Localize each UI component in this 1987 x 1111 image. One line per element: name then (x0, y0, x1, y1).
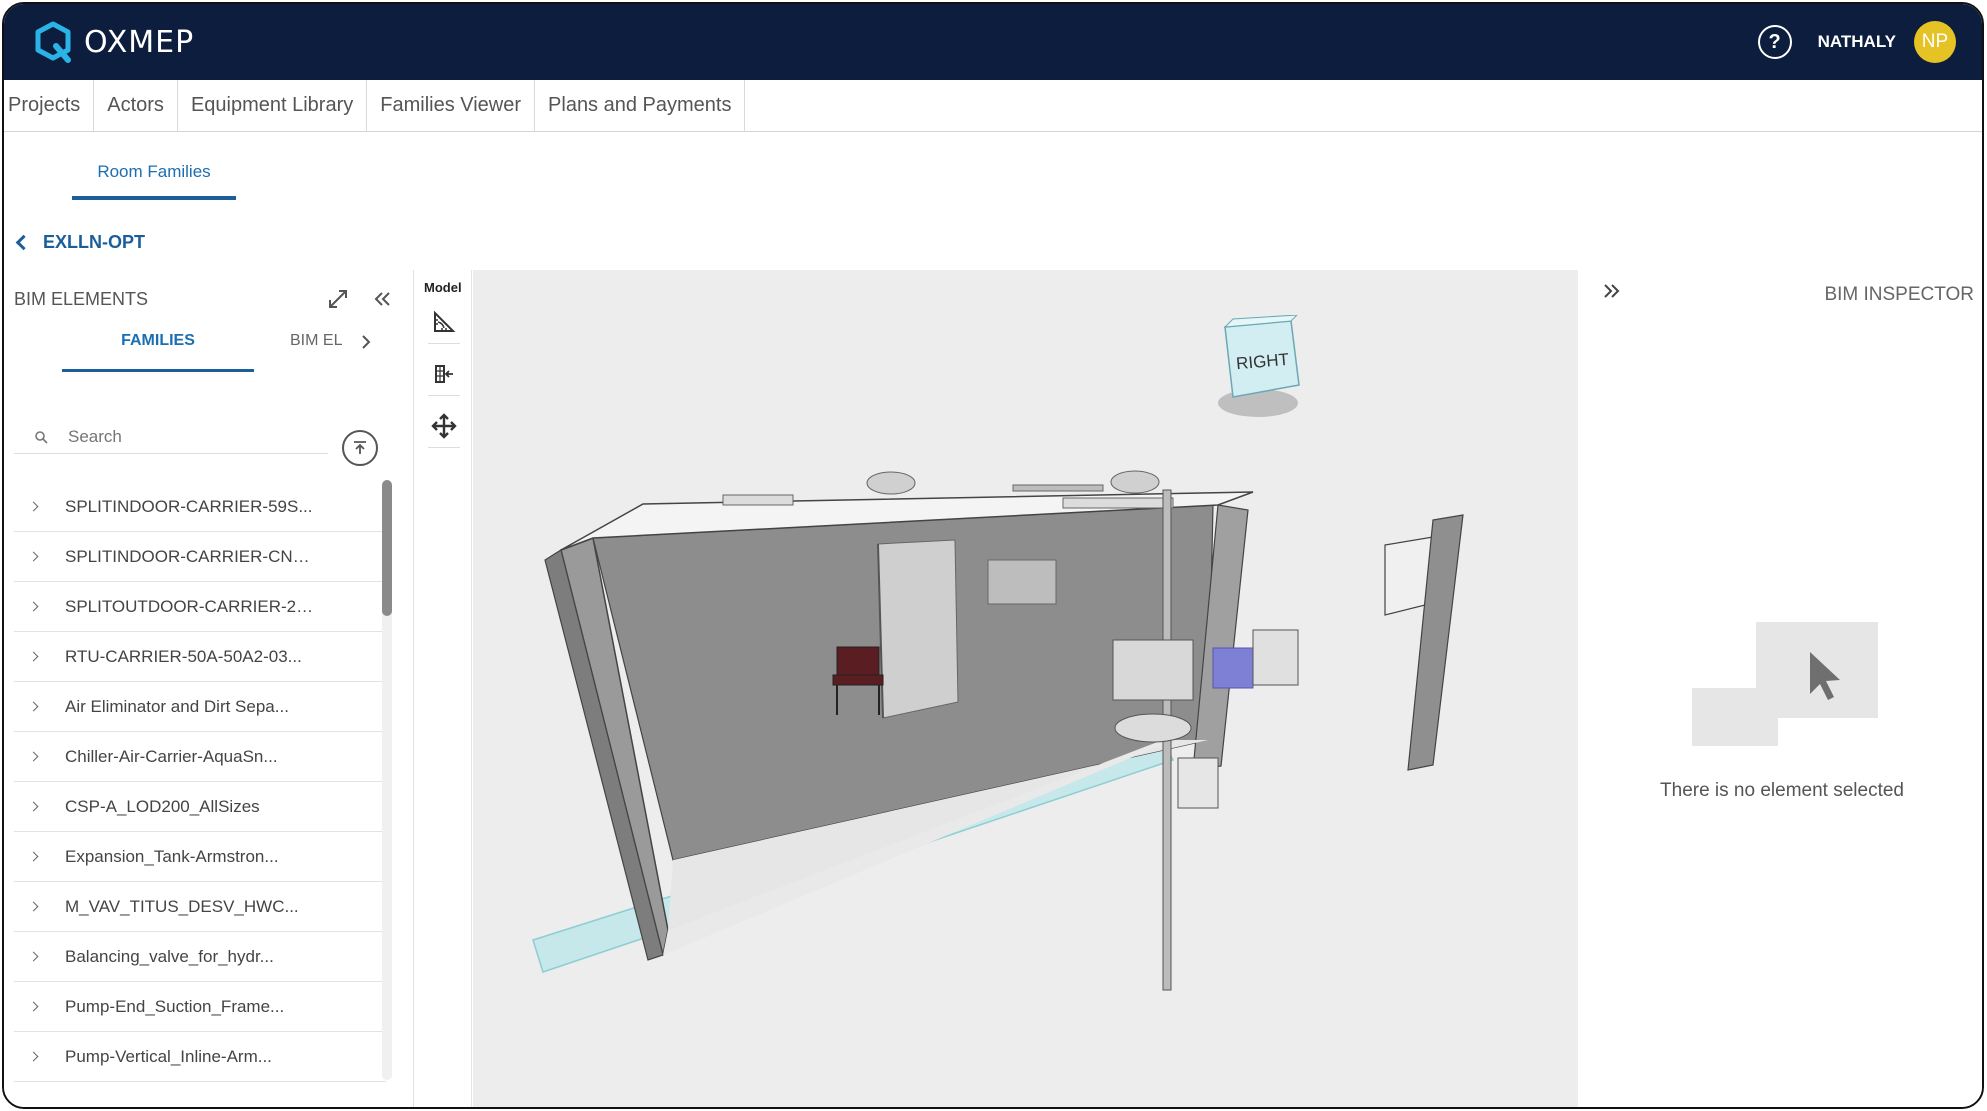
panel-tabs: FAMILIES BIM EL (62, 332, 393, 372)
chevron-right-icon (28, 751, 39, 762)
panel-actions (327, 288, 393, 310)
section-tool[interactable] (428, 352, 460, 396)
list-item-label: Balancing_valve_for_hydr... (65, 946, 274, 966)
brand-logo[interactable]: OXMEP (30, 19, 194, 65)
search-box (14, 420, 328, 454)
oxmep-logo-icon (35, 21, 71, 63)
list-item[interactable]: Air Eliminator and Dirt Sepa... (14, 682, 386, 732)
tab-families[interactable]: FAMILIES (62, 332, 254, 372)
upload-button[interactable] (342, 430, 378, 466)
list-item[interactable]: RTU-CARRIER-50A-50A2-03... (14, 632, 386, 682)
model-tools: Model (416, 270, 472, 1107)
collapse-right-icon[interactable] (1600, 280, 1622, 302)
list-item-label: RTU-CARRIER-50A-50A2-03... (65, 646, 302, 666)
breadcrumb[interactable]: EXLLN-OPT (15, 232, 145, 253)
list-item[interactable]: CSP-A_LOD200_AllSizes (14, 782, 386, 832)
list-item-label: Pump-Vertical_Inline-Arm... (65, 1046, 272, 1066)
upload-icon (354, 441, 366, 454)
chevron-right-icon (28, 651, 39, 662)
chevron-right-icon (28, 1001, 39, 1012)
chevron-right-icon[interactable] (360, 332, 374, 352)
help-icon: ? (1768, 30, 1781, 53)
section-plane-icon (435, 364, 453, 383)
app-window: OXMEP ? NATHALY NP Projects Actors Equip… (2, 2, 1984, 1109)
nav-actors[interactable]: Actors (94, 80, 178, 131)
list-item[interactable]: SPLITINDOOR-CARRIER-59S... (14, 482, 386, 532)
bim-inspector-panel: BIM INSPECTOR There is no element select… (1578, 270, 1982, 1107)
list-item[interactable]: Pump-End_Suction_Frame... (14, 982, 386, 1032)
list-item-label: Chiller-Air-Carrier-AquaSn... (65, 746, 278, 766)
chevron-right-icon (28, 551, 39, 562)
panel-title: BIM ELEMENTS (14, 288, 149, 309)
list-item-label: SPLITOUTDOOR-CARRIER-24... (65, 596, 315, 616)
list-item[interactable]: Chiller-Air-Carrier-AquaSn... (14, 732, 386, 782)
view-cube[interactable]: RIGHT (1213, 315, 1313, 425)
top-bar: OXMEP ? NATHALY NP (4, 4, 1982, 80)
chevron-right-icon (28, 901, 39, 912)
help-button[interactable]: ? (1757, 25, 1792, 59)
tab-room-families[interactable]: Room Families (72, 162, 236, 200)
chevron-left-icon (15, 234, 32, 251)
families-scrollbar[interactable] (382, 480, 392, 1080)
list-item-label: Expansion_Tank-Armstron... (65, 846, 279, 866)
user-name[interactable]: NATHALY (1818, 32, 1896, 52)
chevron-right-icon (28, 801, 39, 812)
list-item-label: SPLITINDOOR-CARRIER-59S... (65, 496, 313, 516)
move-arrows-icon (431, 412, 457, 439)
chevron-right-icon (28, 501, 39, 512)
no-selection-illustration (1692, 622, 1878, 746)
panel-title: BIM INSPECTOR (1824, 284, 1974, 305)
list-item-label: Pump-End_Suction_Frame... (65, 996, 285, 1016)
bim-elements-panel: BIM ELEMENTS FAMILIES BIM EL Search SPLI… (4, 270, 414, 1107)
families-list: SPLITINDOOR-CARRIER-59S... SPLITINDOOR-C… (14, 482, 386, 1082)
panel-header: BIM ELEMENTS (14, 284, 393, 314)
empty-state-message: There is no element selected (1660, 780, 1904, 801)
nav-families-viewer[interactable]: Families Viewer (367, 80, 536, 131)
brand-name: OXMEP (84, 24, 195, 60)
search-input[interactable] (68, 426, 308, 447)
avatar[interactable]: NP (1914, 21, 1956, 63)
chevron-right-icon (28, 951, 39, 962)
nav-equipment-library[interactable]: Equipment Library (178, 80, 368, 131)
list-item-label: SPLITINDOOR-CARRIER-CNP... (65, 546, 315, 566)
model-viewport[interactable]: RIGHT (473, 270, 1578, 1109)
list-item-label: CSP-A_LOD200_AllSizes (65, 796, 260, 816)
expand-icon[interactable] (327, 288, 349, 310)
tools-title: Model (424, 280, 462, 295)
main-nav: Projects Actors Equipment Library Famili… (4, 80, 1982, 132)
tab-bim-elements[interactable]: BIM EL (288, 332, 344, 372)
list-item-label: M_VAV_TITUS_DESV_HWC... (65, 896, 299, 916)
chevron-right-icon (28, 851, 39, 862)
scrollbar-thumb[interactable] (382, 480, 392, 616)
list-item[interactable]: SPLITINDOOR-CARRIER-CNP... (14, 532, 386, 582)
chevron-right-icon (28, 701, 39, 712)
list-item[interactable]: Expansion_Tank-Armstron... (14, 832, 386, 882)
nav-plans-and-payments[interactable]: Plans and Payments (535, 80, 746, 131)
measure-tool[interactable] (428, 300, 460, 344)
nav-projects[interactable]: Projects (4, 80, 95, 131)
room-3d-model[interactable] (473, 270, 1578, 1109)
search-icon (35, 430, 48, 444)
pan-tool[interactable] (428, 404, 460, 448)
user-area: ? NATHALY NP (1757, 21, 1956, 63)
ruler-angle-icon (434, 310, 456, 332)
list-item[interactable]: SPLITOUTDOOR-CARRIER-24... (14, 582, 386, 632)
breadcrumb-label: EXLLN-OPT (43, 232, 145, 252)
chevron-right-icon (28, 1051, 39, 1062)
list-item[interactable]: M_VAV_TITUS_DESV_HWC... (14, 882, 386, 932)
list-item-label: Air Eliminator and Dirt Sepa... (65, 696, 289, 716)
chevron-right-icon (28, 601, 39, 612)
list-item[interactable]: Pump-Vertical_Inline-Arm... (14, 1032, 386, 1082)
collapse-left-icon[interactable] (371, 288, 393, 310)
list-item[interactable]: Balancing_valve_for_hydr... (14, 932, 386, 982)
